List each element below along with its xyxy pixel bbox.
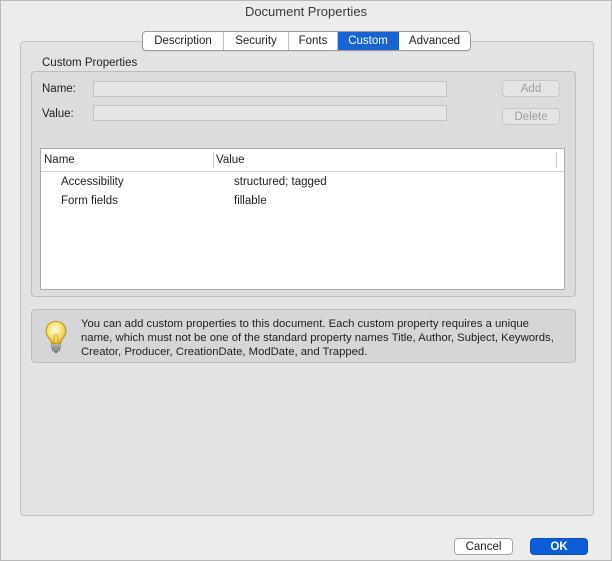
row-value: structured; tagged <box>234 176 327 188</box>
column-divider[interactable] <box>556 152 557 168</box>
tab-advanced[interactable]: Advanced <box>399 32 470 50</box>
info-text: You can add custom properties to this do… <box>81 318 554 358</box>
lightbulb-icon <box>45 320 67 353</box>
delete-button[interactable]: Delete <box>502 108 560 125</box>
value-field[interactable] <box>93 105 447 121</box>
name-field[interactable] <box>93 81 447 97</box>
table-header: Name Value <box>41 149 564 172</box>
row-name: Accessibility <box>61 176 124 188</box>
column-header-value[interactable]: Value <box>216 149 245 171</box>
tab-custom[interactable]: Custom <box>338 32 399 50</box>
cancel-button[interactable]: Cancel <box>454 538 513 555</box>
info-box: You can add custom properties to this do… <box>31 309 576 363</box>
tab-security[interactable]: Security <box>224 32 289 50</box>
row-value: fillable <box>234 195 267 207</box>
tab-fonts[interactable]: Fonts <box>289 32 338 50</box>
document-properties-window: Document Properties Description Security… <box>0 0 612 561</box>
row-name: Form fields <box>61 195 118 207</box>
tab-description[interactable]: Description <box>143 32 224 50</box>
ok-button[interactable]: OK <box>530 538 588 555</box>
column-header-name[interactable]: Name <box>44 149 75 171</box>
name-label: Name: <box>42 83 76 95</box>
window-title: Document Properties <box>244 4 368 19</box>
add-button[interactable]: Add <box>502 80 560 97</box>
custom-properties-table[interactable]: Name Value Accessibility structured; tag… <box>40 148 565 290</box>
table-row[interactable]: Accessibility structured; tagged <box>41 173 564 192</box>
tab-bar: Description Security Fonts Custom Advanc… <box>142 31 471 51</box>
column-divider[interactable] <box>213 152 214 168</box>
table-row[interactable]: Form fields fillable <box>41 192 564 211</box>
value-label: Value: <box>42 108 74 120</box>
custom-properties-heading: Custom Properties <box>42 57 138 69</box>
